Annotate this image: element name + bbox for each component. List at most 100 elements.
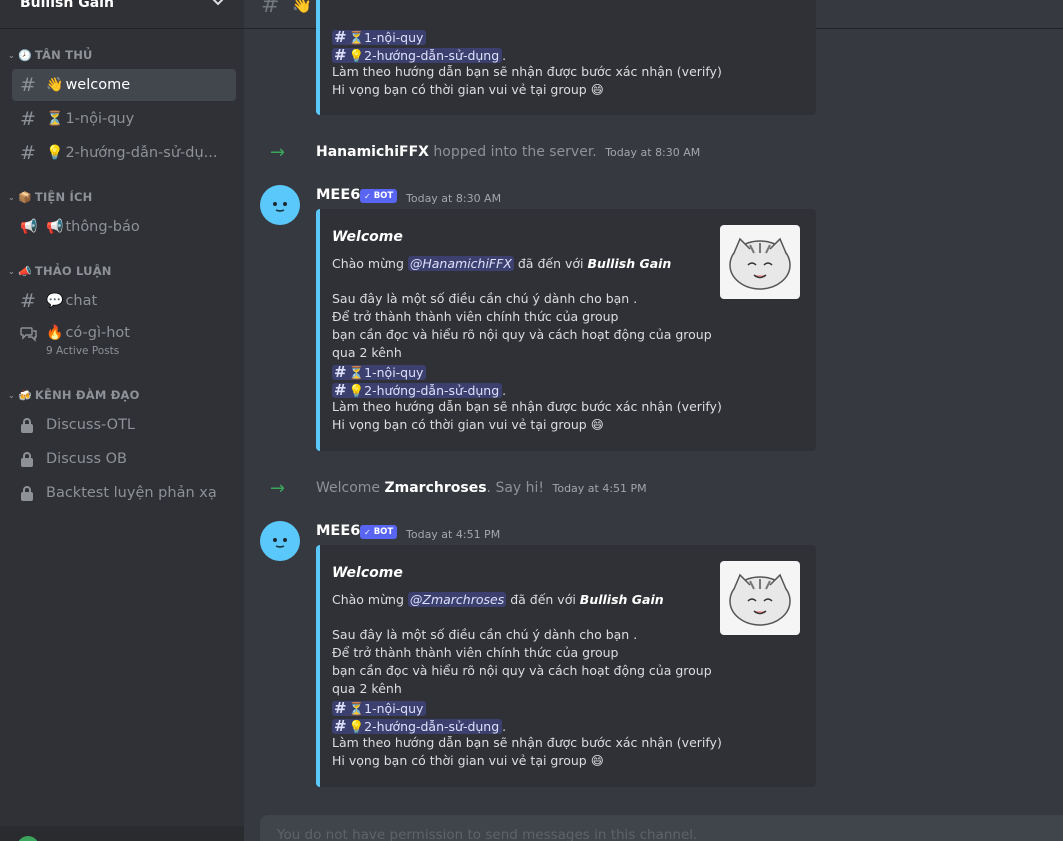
forum-icon — [20, 325, 46, 348]
embed-line: qua 2 kênh — [332, 345, 402, 360]
embed-line: Để trở thành thành viên chính thức của g… — [332, 309, 619, 324]
embed-line: Hi vọng bạn có thời gian vui vẻ tại grou… — [332, 82, 604, 97]
channel-thong-bao[interactable]: 📢 📢 thông-báo — [12, 211, 236, 243]
mee6-welcome-embed: Welcome Chào mừng @HanamichiFFX đã đến v… — [316, 209, 816, 451]
category-label: THẢO LUẬN — [34, 264, 112, 278]
channel-huong-dan[interactable]: # 💡 2-hướng-dẫn-sử-dụ... — [12, 137, 236, 169]
channel-sidebar: Bullish Gain ⌄ 🕗 TÂN THỦ # 👋 welcome # ⏳… — [0, 0, 244, 841]
category-label: TIỆN ÍCH — [34, 190, 93, 204]
megaphone-icon: 📢 — [20, 219, 38, 235]
embed-line: Để trở thành thành viên chính thức của g… — [332, 645, 619, 660]
channel-backtest[interactable]: Backtest luyện phản xạ — [12, 477, 236, 509]
channel-label: 2-hướng-dẫn-sử-dụ... — [65, 145, 218, 161]
channel-emoji: 💬 — [46, 293, 64, 309]
channel-link[interactable]: # ⏳1-nội-quy — [332, 28, 427, 46]
embed-line: Sau đây là một số điều cần chú ý dành ch… — [332, 627, 638, 642]
join-arrow-icon: → — [270, 142, 286, 163]
embed-thumbnail[interactable] — [720, 561, 800, 635]
check-icon: ✓ — [364, 191, 371, 201]
channel-emoji: 🔥 — [46, 325, 64, 341]
chevron-down-icon[interactable] — [210, 0, 226, 10]
hash-icon: # — [20, 108, 36, 130]
channel-link[interactable]: # ⏳1-nội-quy — [332, 363, 427, 381]
message-timestamp: Today at 4:51 PM — [406, 528, 501, 541]
lock-icon — [20, 450, 46, 468]
channel-emoji: 👋 — [46, 77, 64, 93]
hash-icon: # — [20, 142, 36, 164]
category-emoji: 📦 — [18, 190, 32, 204]
chevron-down-icon: ⌄ — [8, 390, 15, 400]
chevron-down-icon: ⌄ — [8, 50, 15, 60]
embed-line: Làm theo hướng dẫn bạn sẽ nhận được bước… — [332, 399, 722, 414]
channel-link[interactable]: # ⏳1-nội-quy — [332, 699, 427, 717]
category-label: KÊNH ĐÀM ĐẠO — [34, 388, 140, 402]
embed-line: qua 2 kênh — [332, 681, 402, 696]
channel-label: 1-nội-quy — [65, 111, 135, 127]
server-header[interactable]: Bullish Gain — [0, 0, 244, 29]
channel-noi-quy[interactable]: # ⏳ 1-nội-quy — [12, 103, 236, 135]
embed-line: Làm theo hướng dẫn bạn sẽ nhận được bước… — [332, 735, 722, 750]
channel-label: chat — [65, 293, 98, 309]
server-name: Bullish Gain — [20, 0, 114, 11]
join-arrow-icon: → — [270, 478, 286, 499]
bot-badge: ✓ BOT — [360, 525, 398, 539]
embed-line: Sau đây là một số điều cần chú ý dành ch… — [332, 291, 638, 306]
lock-icon — [20, 416, 46, 434]
channel-link[interactable]: # 💡2-hướng-dẫn-sử-dụng. — [332, 46, 506, 64]
channel-discuss-ob[interactable]: Discuss OB — [12, 443, 236, 475]
composer-placeholder: You do not have permission to send messa… — [277, 827, 698, 841]
author-name[interactable]: MEE6 — [316, 523, 360, 539]
channel-emoji: 💡 — [46, 145, 64, 161]
category-kenh-dam-dao[interactable]: ⌄ 🍻 KÊNH ĐÀM ĐẠO — [8, 387, 140, 403]
category-tan-thu[interactable]: ⌄ 🕗 TÂN THỦ — [8, 47, 93, 63]
mee6-embed-previous: # ⏳1-nội-quy # 💡2-hướng-dẫn-sử-dụng. Làm t… — [316, 0, 816, 115]
channel-link[interactable]: # 💡2-hướng-dẫn-sử-dụng. — [332, 381, 506, 399]
embed-line: Hi vọng bạn có thời gian vui vẻ tại grou… — [332, 753, 604, 768]
channel-emoji: 📢 — [46, 219, 64, 235]
hash-icon: # — [20, 290, 36, 312]
user-mention[interactable]: @Zmarchroses — [407, 592, 507, 607]
category-label: TÂN THỦ — [34, 48, 93, 62]
embed-thumbnail[interactable] — [720, 225, 800, 299]
avatar[interactable] — [260, 521, 300, 561]
avatar[interactable] — [17, 836, 39, 841]
mee6-welcome-embed: Welcome Chào mừng @Zmarchroses đã đến vớ… — [316, 545, 816, 787]
channel-label: welcome — [65, 77, 131, 93]
joined-username[interactable]: Zmarchroses — [385, 480, 487, 496]
embed-title: Welcome — [332, 229, 403, 245]
embed-line: bạn cần đọc và hiểu rõ nội quy và cách h… — [332, 663, 712, 678]
chevron-down-icon: ⌄ — [8, 266, 15, 276]
category-emoji: 📣 — [18, 264, 32, 278]
hash-icon: # — [20, 74, 36, 96]
channel-emoji: ⏳ — [46, 111, 64, 127]
channel-chat[interactable]: # 💬 chat — [12, 285, 236, 317]
user-mention[interactable]: @HanamichiFFX — [407, 256, 514, 271]
category-tien-ich[interactable]: ⌄ 📦 TIỆN ÍCH — [8, 189, 92, 205]
embed-line: bạn cần đọc và hiểu rõ nội quy và cách h… — [332, 327, 712, 342]
channel-label: Discuss OB — [46, 451, 127, 467]
category-emoji: 🍻 — [18, 388, 32, 402]
hash-icon: # — [261, 0, 280, 18]
avatar[interactable] — [260, 185, 300, 225]
channel-link[interactable]: # 💡2-hướng-dẫn-sử-dụng. — [332, 717, 506, 735]
channel-welcome[interactable]: # 👋 welcome — [12, 69, 236, 101]
channel-label: Discuss-OTL — [46, 417, 136, 433]
bot-badge: ✓ BOT — [360, 189, 398, 203]
joined-username[interactable]: HanamichiFFX — [316, 144, 429, 160]
user-panel — [0, 826, 244, 841]
message-timestamp: Today at 8:30 AM — [406, 192, 502, 205]
category-thao-luan[interactable]: ⌄ 📣 THẢO LUẬN — [8, 263, 112, 279]
author-name[interactable]: MEE6 — [316, 187, 360, 203]
channel-label: thông-báo — [65, 219, 140, 235]
embed-title: Welcome — [332, 565, 403, 581]
channel-label: có-gì-hot — [65, 325, 130, 341]
active-posts-count: 9 Active Posts — [46, 345, 120, 357]
channel-co-gi-hot[interactable]: 🔥 có-gì-hot 9 Active Posts — [12, 321, 236, 361]
channel-discuss-otl[interactable]: Discuss-OTL — [12, 409, 236, 441]
chevron-down-icon: ⌄ — [8, 192, 15, 202]
chat-area: # 👋 welcome #⏳1-nội-quy #💡2-hướng-dẫn-sử… — [244, 0, 1063, 841]
embed-line: Làm theo hướng dẫn bạn sẽ nhận được bước… — [332, 64, 722, 79]
embed-line: Hi vọng bạn có thời gian vui vẻ tại grou… — [332, 417, 604, 432]
message-composer[interactable]: You do not have permission to send messa… — [260, 815, 1063, 841]
embed-greeting: Chào mừng @HanamichiFFX đã đến với Bulli… — [332, 256, 672, 271]
